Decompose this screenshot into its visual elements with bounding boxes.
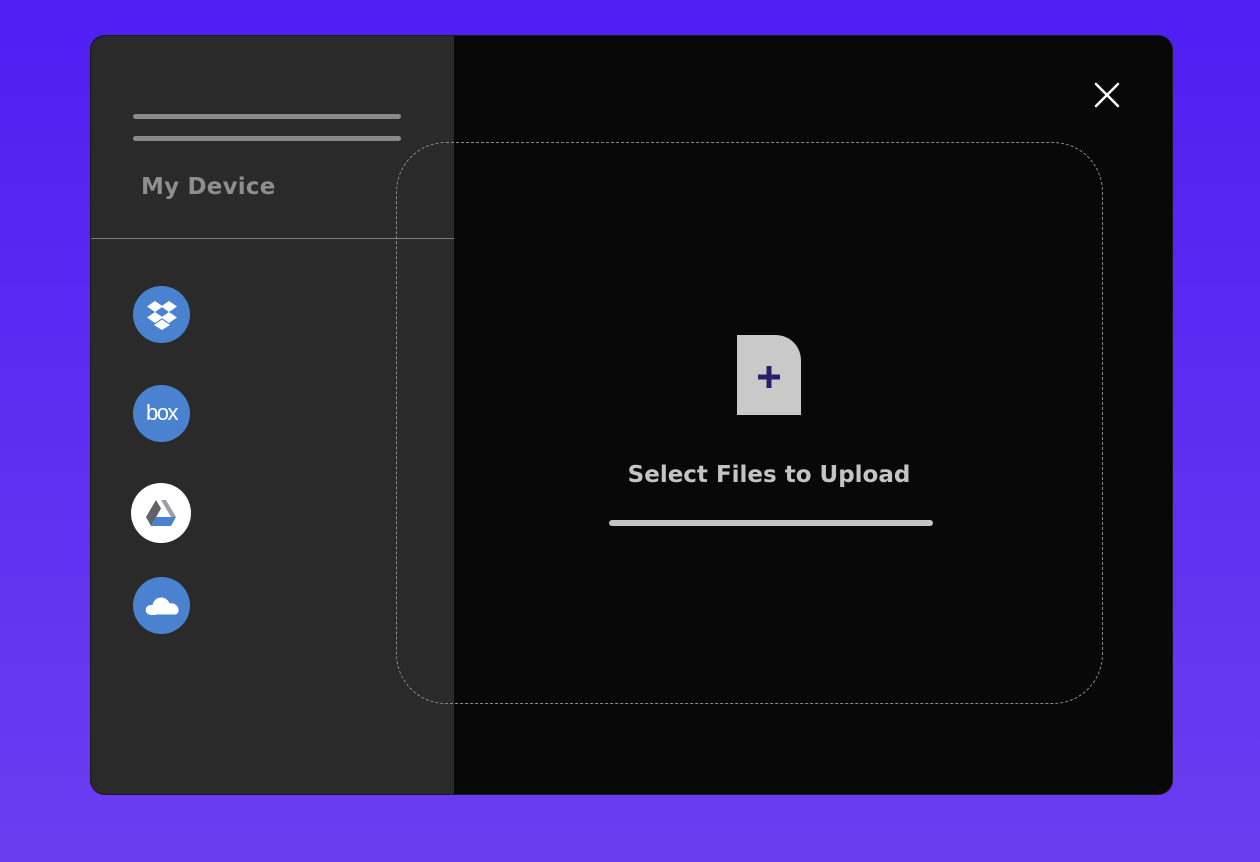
onedrive-button[interactable]: [133, 577, 190, 634]
close-button[interactable]: [1092, 80, 1122, 110]
google-drive-icon: [146, 500, 176, 526]
dropbox-icon: [146, 300, 177, 330]
onedrive-icon: [145, 596, 179, 615]
add-file-button[interactable]: [737, 335, 801, 415]
hamburger-line: [133, 136, 401, 141]
upload-progress-bar: [609, 520, 933, 526]
google-drive-button[interactable]: [131, 483, 191, 543]
close-icon: [1094, 82, 1120, 108]
my-device-label[interactable]: My Device: [141, 174, 276, 200]
hamburger-line: [133, 114, 401, 119]
add-file-icon: [737, 335, 801, 415]
box-button[interactable]: box: [133, 385, 190, 442]
dropbox-button[interactable]: [133, 286, 190, 343]
file-drop-zone[interactable]: [396, 142, 1103, 704]
upload-dialog: My Device box Select Files to Upload: [91, 36, 1172, 794]
select-files-label[interactable]: Select Files to Upload: [454, 462, 1084, 488]
box-icon: box: [146, 399, 178, 425]
